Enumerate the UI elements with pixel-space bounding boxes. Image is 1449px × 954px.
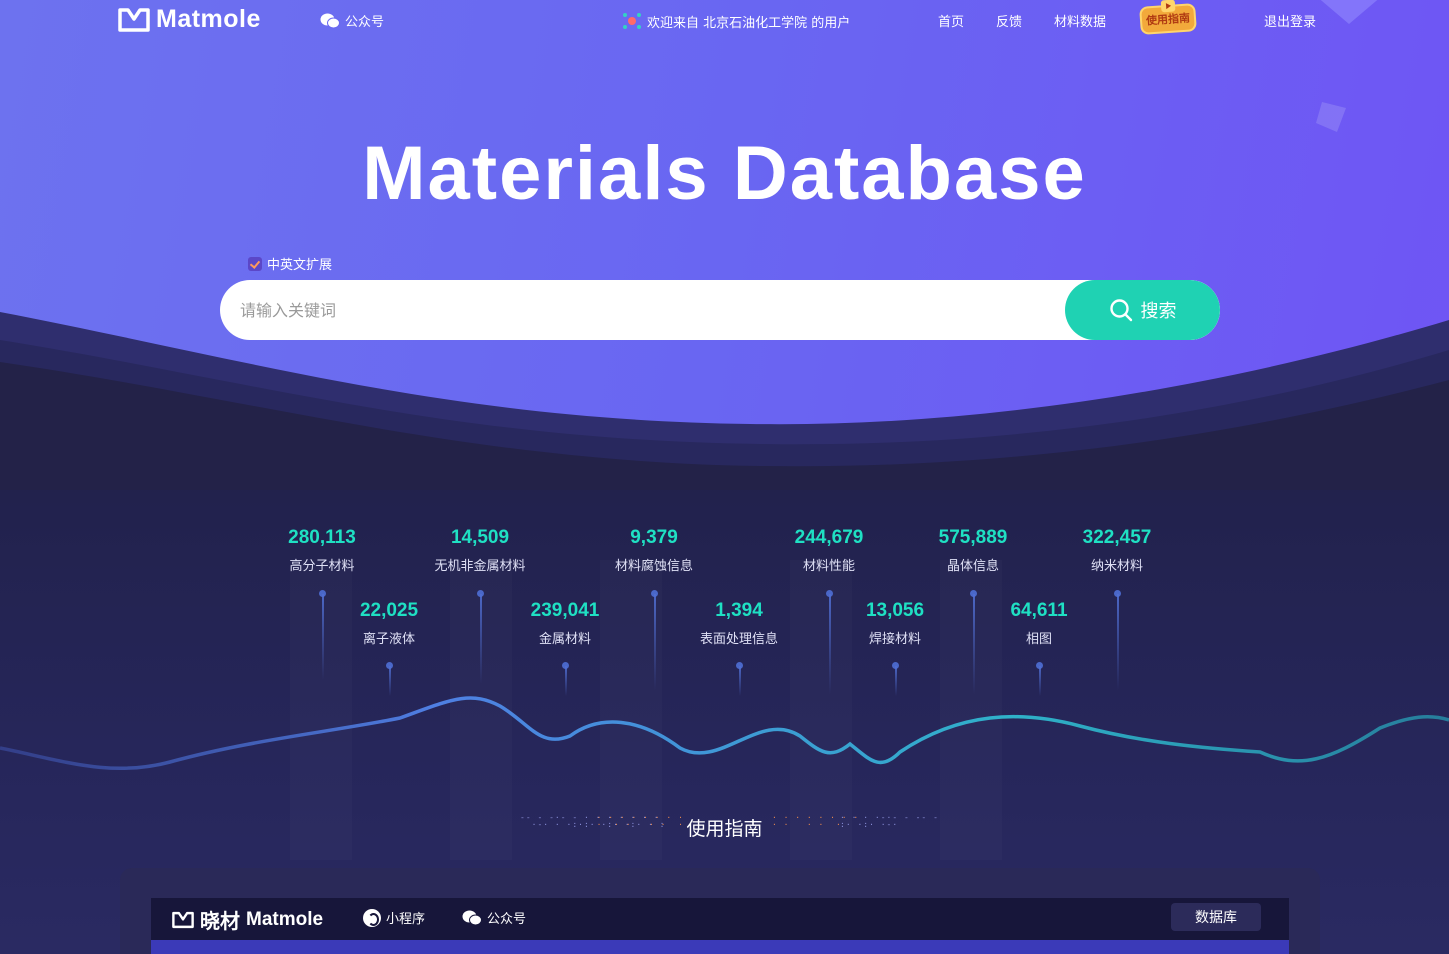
stat-value: 14,509 bbox=[450, 527, 510, 548]
preview-official-account-label: 公众号 bbox=[487, 912, 527, 927]
stat-nano[interactable]: 322,457 纳米材料 bbox=[1032, 527, 1202, 574]
page-title: Materials Database bbox=[362, 131, 1087, 216]
site-logo[interactable]: Matmole bbox=[118, 5, 261, 34]
connector-line bbox=[388, 666, 391, 696]
search-input[interactable] bbox=[220, 280, 1065, 340]
preview-logo-cn: 晓材 bbox=[200, 909, 240, 933]
stat-value: 280,113 bbox=[288, 527, 356, 548]
user-guide-badge-label: 使用指南 bbox=[1145, 11, 1191, 28]
stat-value: 22,025 bbox=[359, 600, 419, 621]
wechat-label: 公众号 bbox=[345, 15, 385, 30]
wechat-icon bbox=[320, 13, 340, 28]
nav-materials-data[interactable]: 材料数据 bbox=[1054, 11, 1106, 30]
nav-feedback[interactable]: 反馈 bbox=[996, 11, 1022, 30]
connector-line bbox=[653, 594, 656, 690]
stat-label: 相图 bbox=[1025, 632, 1052, 647]
matmole-logo-icon bbox=[118, 7, 150, 32]
stat-value: 1,394 bbox=[715, 600, 763, 621]
top-navigation: Matmole 公众号 欢迎来自 北京石油化工学院 的用户 首页 反馈 材料数据… bbox=[0, 0, 1449, 40]
stat-value: 64,611 bbox=[1010, 600, 1068, 621]
logout-link[interactable]: 退出登录 bbox=[1264, 11, 1316, 30]
connector-line bbox=[321, 594, 324, 680]
stat-corrosion[interactable]: 9,379 材料腐蚀信息 bbox=[569, 527, 739, 574]
play-icon bbox=[1160, 0, 1176, 13]
dots-decoration-right: · · · ·-·- - -- -:· ·:· ·-· bbox=[840, 813, 939, 829]
stat-value: 9,379 bbox=[630, 527, 678, 548]
search-bar: 搜索 bbox=[220, 280, 1220, 340]
checkbox-checked-icon[interactable] bbox=[248, 256, 262, 271]
welcome-text: 欢迎来自 北京石油化工学院 的用户 bbox=[647, 15, 851, 31]
bilingual-extension-toggle[interactable]: 中英文扩展 bbox=[248, 254, 332, 273]
stat-polymer[interactable]: 280,113 高分子材料 bbox=[237, 527, 407, 574]
connector-line bbox=[894, 666, 897, 696]
search-button-label: 搜索 bbox=[1140, 301, 1177, 322]
stat-label: 纳米材料 bbox=[1090, 559, 1143, 574]
preview-mini-program-label: 小程序 bbox=[386, 912, 426, 927]
user-guide-badge[interactable]: 使用指南 bbox=[1139, 0, 1197, 35]
stat-surface-treatment[interactable]: 1,394 表面处理信息 bbox=[654, 600, 824, 647]
preview-logo-en: Matmole bbox=[246, 908, 324, 930]
molecule-icon bbox=[623, 13, 641, 29]
stat-value: 239,041 bbox=[530, 600, 600, 621]
wechat-link[interactable]: 公众号 bbox=[320, 11, 384, 30]
stat-label: 离子液体 bbox=[362, 632, 415, 647]
connector-line bbox=[1038, 666, 1041, 696]
stat-label: 无机非金属材料 bbox=[434, 559, 526, 574]
stat-label: 金属材料 bbox=[538, 632, 591, 647]
preview-mini-program: 小程序 bbox=[363, 908, 425, 927]
preview-content-strip bbox=[151, 940, 1289, 954]
search-button[interactable]: 搜索 bbox=[1065, 280, 1220, 340]
nav-home[interactable]: 首页 bbox=[938, 11, 964, 30]
guide-heading: 使用指南 bbox=[686, 818, 763, 840]
connector-line bbox=[972, 594, 975, 694]
preview-logo: 晓材 Matmole bbox=[172, 905, 323, 934]
stat-phase-diagram[interactable]: 64,611 相图 bbox=[954, 600, 1124, 647]
stat-label: 材料腐蚀信息 bbox=[614, 559, 693, 574]
mini-program-icon bbox=[363, 908, 381, 927]
stat-label: 表面处理信息 bbox=[699, 632, 778, 647]
connector-line bbox=[738, 666, 741, 696]
connector-line bbox=[1116, 594, 1119, 690]
welcome-message: 欢迎来自 北京石油化工学院 的用户 bbox=[622, 11, 850, 31]
stat-label: 高分子材料 bbox=[289, 559, 355, 574]
wechat-icon bbox=[462, 910, 482, 925]
stat-ionic-liquid[interactable]: 22,025 离子液体 bbox=[304, 600, 474, 647]
preview-database-button: 数据库 bbox=[1171, 903, 1261, 931]
stat-metal[interactable]: 239,041 金属材料 bbox=[480, 600, 650, 647]
logo-text: Matmole bbox=[156, 5, 261, 33]
preview-official-account: 公众号 bbox=[462, 908, 526, 927]
connector-line bbox=[564, 666, 567, 696]
extension-label: 中英文扩展 bbox=[267, 258, 333, 273]
stat-value: 322,457 bbox=[1082, 527, 1152, 548]
matmole-logo-icon bbox=[172, 911, 194, 928]
stat-inorganic-nonmetal[interactable]: 14,509 无机非金属材料 bbox=[395, 527, 565, 574]
search-icon bbox=[1109, 299, 1132, 322]
connector-line bbox=[479, 594, 482, 684]
connector-line bbox=[828, 594, 831, 694]
